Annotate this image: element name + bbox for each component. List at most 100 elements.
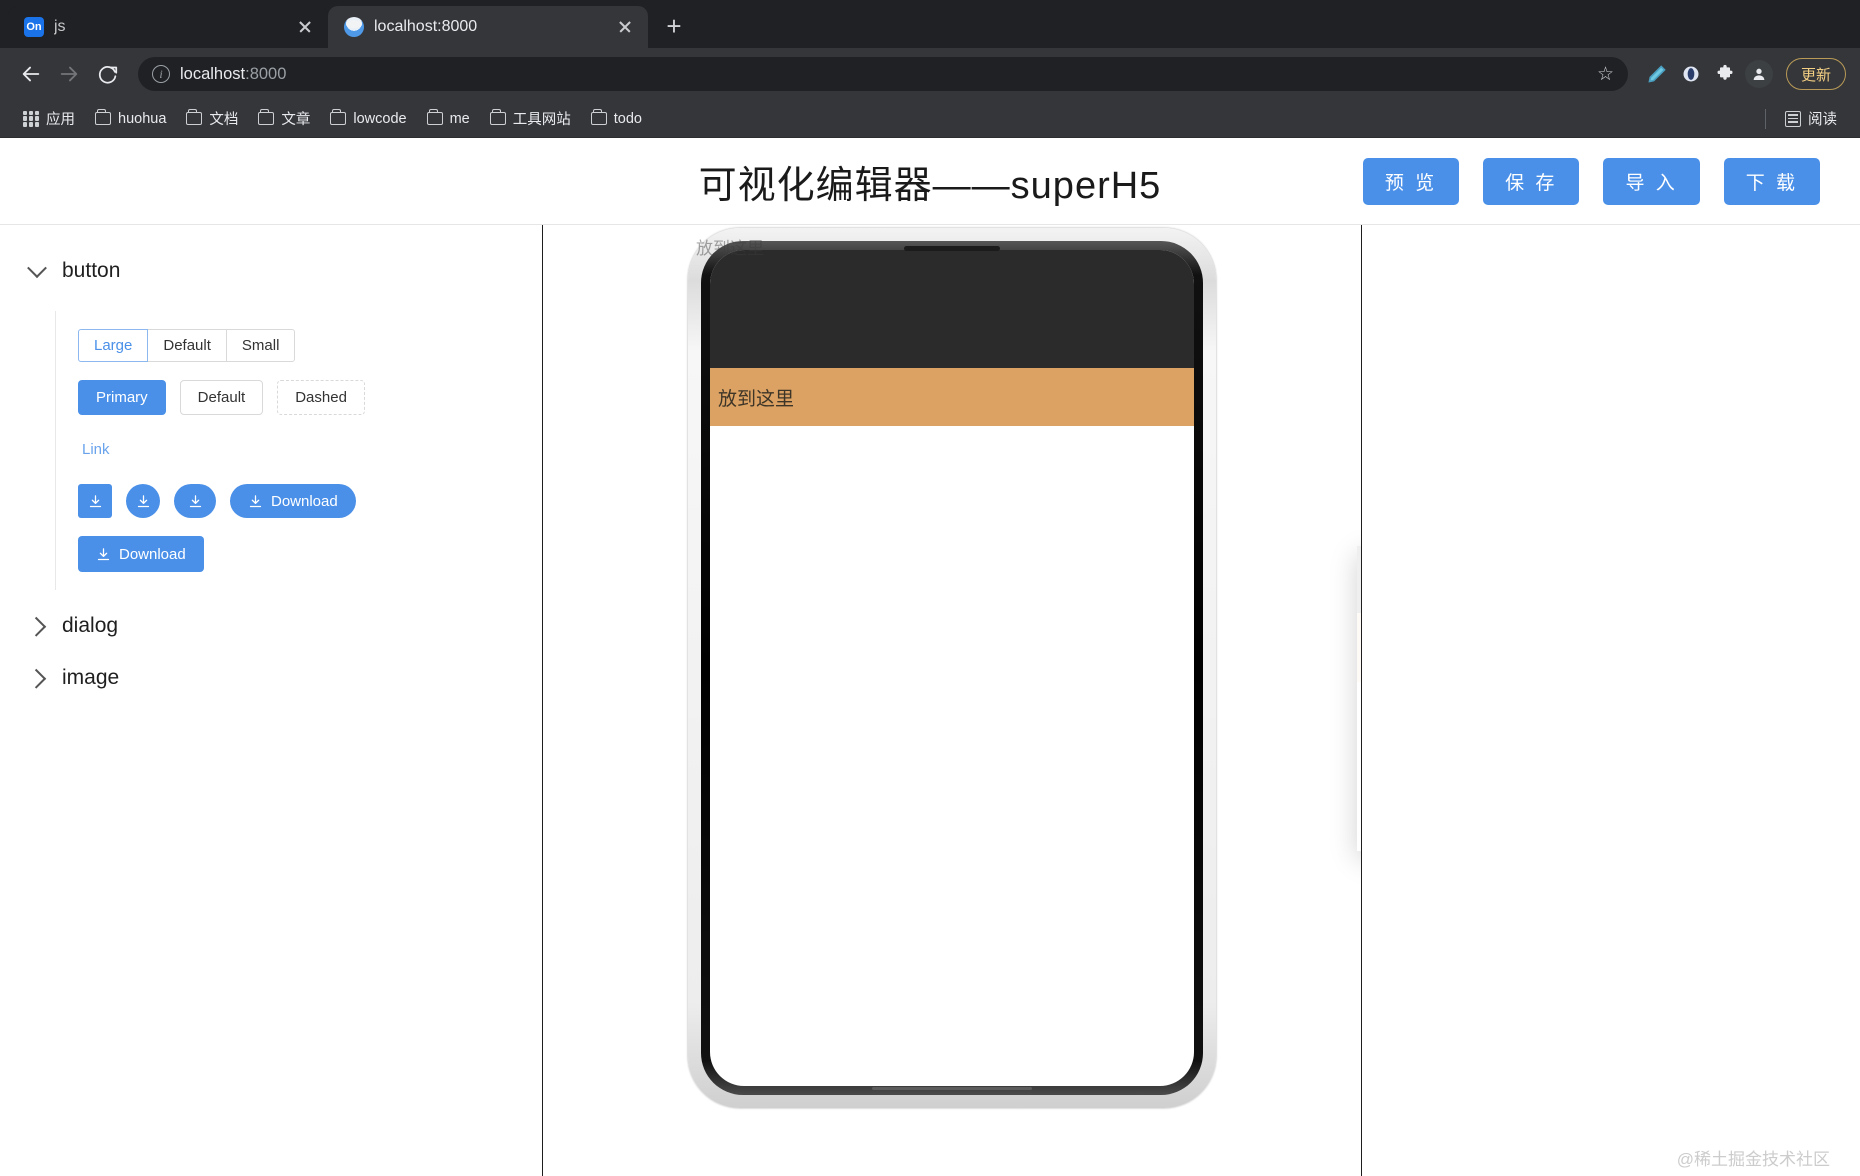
size-button-group: Large Default Small xyxy=(78,329,296,362)
size-button-group-row: Large Default Small xyxy=(78,329,502,362)
download-rect-row: Download xyxy=(78,536,502,572)
bookmark-docs[interactable]: 文档 xyxy=(177,104,247,133)
phone-home-indicator xyxy=(872,1087,1032,1090)
download-icon xyxy=(89,494,101,507)
folder-icon xyxy=(590,109,607,125)
button-component-card[interactable]: Large Default Small Primary Default Dash… xyxy=(68,325,502,576)
size-option-large[interactable]: Large xyxy=(78,329,149,362)
download-rect-button[interactable]: Download xyxy=(78,536,204,572)
folder-icon xyxy=(186,109,203,125)
sidebar-section-image[interactable]: image xyxy=(0,652,542,704)
app-header: 可视化编辑器——superH5 预 览 保 存 导 入 下 载 xyxy=(0,138,1860,225)
preview-canvas[interactable]: 放到这里 放到这里 Large Default Small xyxy=(543,225,1362,1176)
bookmark-todo[interactable]: todo xyxy=(582,107,651,131)
watermark: @稀土掘金技术社区 xyxy=(1676,1150,1830,1169)
sidebar-section-button-body: Large Default Small Primary Default Dash… xyxy=(55,311,502,590)
size-option-small[interactable]: Small xyxy=(225,329,296,362)
save-button[interactable]: 保 存 xyxy=(1483,157,1580,205)
download-icon xyxy=(189,494,201,507)
globe-favicon-icon xyxy=(344,17,364,37)
address-bar[interactable]: i localhost:8000 ☆ xyxy=(138,57,1628,91)
download-button[interactable]: 下 载 xyxy=(1723,157,1820,205)
drag-hint-label: 放到这里 xyxy=(696,239,764,258)
circle-extension-icon[interactable] xyxy=(1676,59,1706,89)
folder-icon xyxy=(258,109,275,125)
browser-tab-js[interactable]: On js xyxy=(8,6,328,48)
apps-grid-icon xyxy=(23,110,39,127)
drop-zone-label: 放到这里 xyxy=(718,388,795,410)
profile-avatar[interactable] xyxy=(1744,59,1774,89)
app-root: 可视化编辑器——superH5 预 览 保 存 导 入 下 载 button L… xyxy=(0,138,1860,1176)
dashed-button[interactable]: Dashed xyxy=(277,380,365,415)
bookmark-label: todo xyxy=(613,110,642,127)
sidebar-section-button[interactable]: button xyxy=(0,245,542,297)
import-button[interactable]: 导 入 xyxy=(1603,157,1700,205)
bookmark-star-icon[interactable]: ☆ xyxy=(1597,65,1614,84)
bookmark-articles[interactable]: 文章 xyxy=(249,104,319,133)
bookmark-label: lowcode xyxy=(353,110,407,127)
forward-icon[interactable] xyxy=(52,57,86,91)
browser-tab-localhost[interactable]: localhost:8000 xyxy=(328,6,648,48)
properties-panel[interactable] xyxy=(1362,225,1860,1176)
back-icon[interactable] xyxy=(14,57,48,91)
extensions-puzzle-icon[interactable] xyxy=(1710,59,1740,89)
site-info-icon[interactable]: i xyxy=(152,65,170,83)
type-button-row: Primary Default Dashed xyxy=(78,380,502,415)
bookmark-lowcode[interactable]: lowcode xyxy=(321,107,415,131)
phone-speaker-icon xyxy=(904,246,1000,251)
folder-icon xyxy=(489,109,506,125)
download-circle-button[interactable] xyxy=(126,484,160,518)
phone-frame: 放到这里 放到这里 xyxy=(688,228,1216,1108)
download-icon xyxy=(137,494,149,507)
drag-preview-actions: Link Download xyxy=(1357,682,1361,851)
chevron-down-icon xyxy=(27,258,47,279)
chevron-right-icon xyxy=(26,668,47,689)
folder-icon xyxy=(330,109,347,125)
url-text: localhost:8000 xyxy=(180,64,287,83)
download-icon xyxy=(97,547,110,560)
folder-icon xyxy=(426,109,443,125)
drag-preview-type-row: Primary Default Dashed xyxy=(1357,613,1361,682)
download-pill-button[interactable]: Download xyxy=(230,484,356,518)
on-badge-icon: On xyxy=(24,17,44,37)
bookmark-label: 文档 xyxy=(209,112,239,128)
update-button[interactable]: 更新 xyxy=(1785,58,1846,90)
link-button[interactable]: Link xyxy=(78,433,127,466)
reading-list-button[interactable]: 阅读 xyxy=(1776,104,1846,133)
bookmarks-bar: 应用 huohua 文档 文章 lowcode me 工具网站 todo 阅读 xyxy=(0,100,1860,138)
close-icon[interactable] xyxy=(614,16,636,38)
pen-extension-icon[interactable] xyxy=(1642,59,1672,89)
download-round-button[interactable] xyxy=(174,484,216,518)
icon-button-row: Download xyxy=(78,484,502,518)
bookmark-tools[interactable]: 工具网站 xyxy=(481,104,580,133)
default-button[interactable]: Default xyxy=(179,380,264,415)
folder-icon xyxy=(95,109,111,125)
sidebar-section-dialog[interactable]: dialog xyxy=(0,600,542,652)
chevron-right-icon xyxy=(26,616,47,637)
drop-zone[interactable]: 放到这里 xyxy=(710,368,1194,426)
link-button-row: Link xyxy=(78,433,502,466)
download-square-button[interactable] xyxy=(78,484,112,518)
drag-preview-overlay: Large Default Small Primary Default Dash… xyxy=(1357,546,1361,851)
primary-button[interactable]: Primary xyxy=(78,380,166,415)
reload-icon[interactable] xyxy=(90,57,124,91)
workspace: button Large Default Small Primary Defau… xyxy=(0,225,1860,1176)
sidebar-section-label: button xyxy=(62,259,121,282)
phone-screen[interactable]: 放到这里 xyxy=(710,250,1194,1086)
close-icon[interactable] xyxy=(294,16,316,38)
download-icon xyxy=(249,494,262,507)
bookmark-huohua[interactable]: huohua xyxy=(86,107,175,131)
bookmark-label: 文章 xyxy=(281,112,311,128)
bookmark-apps[interactable]: 应用 xyxy=(14,104,84,133)
size-option-default[interactable]: Default xyxy=(147,329,227,362)
sidebar-section-label: dialog xyxy=(62,614,119,637)
phone-bezel: 放到这里 xyxy=(701,241,1203,1095)
new-tab-button[interactable]: + xyxy=(654,6,694,46)
component-sidebar: button Large Default Small Primary Defau… xyxy=(0,225,543,1176)
reading-list-icon xyxy=(1785,110,1801,127)
bookmark-me[interactable]: me xyxy=(418,107,479,131)
tab-title: js xyxy=(54,18,66,35)
preview-button[interactable]: 预 览 xyxy=(1362,157,1460,205)
download-pill-label: Download xyxy=(271,492,338,510)
header-actions: 预 览 保 存 导 入 下 载 xyxy=(1362,157,1820,205)
